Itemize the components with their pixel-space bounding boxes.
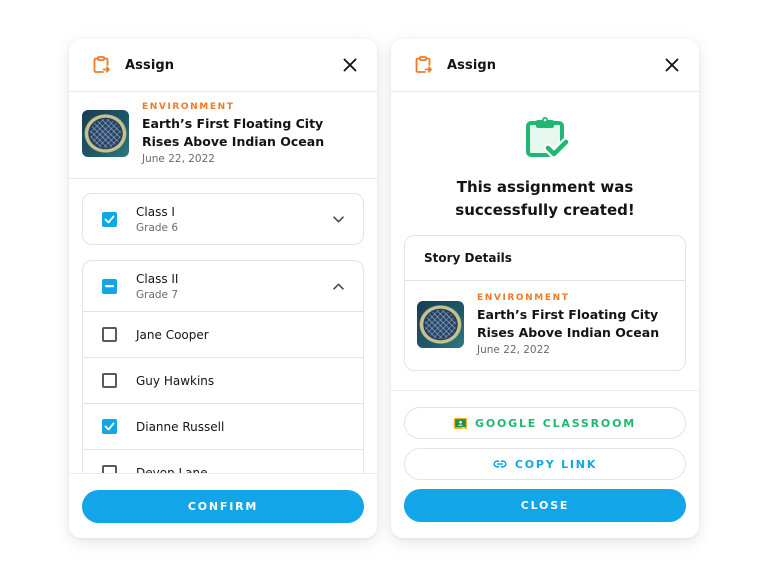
close-icon[interactable] — [339, 54, 361, 76]
panel-title: Assign — [447, 57, 497, 73]
story-thumbnail — [82, 109, 129, 157]
class-name: Class II — [136, 271, 179, 286]
class-checkbox[interactable] — [102, 211, 117, 227]
class-name: Class I — [136, 204, 175, 219]
copy-link-label: COPY LINK — [514, 457, 598, 471]
copy-link-button[interactable]: COPY LINK — [404, 448, 686, 480]
panel-footer: GOOGLE CLASSROOM COPY LINK CLOSE — [391, 390, 699, 522]
student-name: Dianne Russell — [136, 419, 225, 434]
story-date: June 22, 2022 — [142, 152, 215, 165]
story-title: Earth’s First Floating City Rises Above … — [142, 115, 325, 149]
student-name: Devon Lane — [136, 465, 208, 474]
class-header-class-ii[interactable]: Class II Grade 7 — [83, 261, 363, 311]
class-grade: Grade 7 — [136, 288, 179, 301]
class-list[interactable]: Class I Grade 6 Class II Grade 7 Jane Co… — [69, 179, 377, 473]
assign-success-panel: Assign This assignment was successfully … — [391, 39, 699, 538]
assign-panel: Assign ENVIRONMENT Earth’s First Floatin… — [69, 39, 377, 538]
close-icon[interactable] — [661, 54, 683, 76]
chevron-up-icon[interactable] — [331, 279, 345, 293]
success-message-line-2: successfully created! — [455, 201, 635, 219]
story-details-title: Story Details — [405, 236, 685, 281]
student-checkbox[interactable] — [102, 465, 117, 473]
story-date: June 22, 2022 — [477, 344, 550, 356]
student-row[interactable]: Guy Hawkins — [83, 357, 363, 403]
student-row[interactable]: Devon Lane — [83, 449, 363, 473]
close-button[interactable]: CLOSE — [404, 489, 686, 522]
panel-header: Assign — [391, 39, 699, 92]
student-name: Jane Cooper — [136, 327, 209, 342]
link-icon — [493, 460, 507, 468]
clipboard-check-icon — [521, 115, 571, 163]
google-classroom-label: GOOGLE CLASSROOM — [475, 416, 636, 430]
story-thumbnail — [417, 301, 464, 348]
success-message-line-1: This assignment was — [456, 178, 634, 196]
story-title: Earth’s First Floating City Rises Above … — [477, 307, 660, 340]
clipboard-assign-icon — [91, 55, 111, 75]
story-card: ENVIRONMENT Earth’s First Floating City … — [405, 281, 685, 370]
class-card: Class II Grade 7 Jane Cooper Guy Hawkins — [82, 260, 364, 473]
class-checkbox-indeterminate[interactable] — [102, 278, 117, 294]
panel-footer: CONFIRM — [69, 473, 377, 538]
chevron-down-icon[interactable] — [331, 212, 345, 226]
story-category: ENVIRONMENT — [142, 101, 235, 112]
student-checkbox[interactable] — [102, 327, 117, 342]
story-details-card: Story Details ENVIRONMENT Earth’s First … — [404, 235, 686, 371]
panel-title: Assign — [125, 57, 175, 73]
student-row[interactable]: Jane Cooper — [83, 311, 363, 357]
student-row[interactable]: Dianne Russell — [83, 403, 363, 449]
student-checkbox[interactable] — [102, 373, 117, 388]
google-classroom-button[interactable]: GOOGLE CLASSROOM — [404, 407, 686, 439]
class-grade: Grade 6 — [136, 221, 179, 234]
success-section: This assignment was successfully created… — [391, 92, 699, 222]
class-header-class-i[interactable]: Class I Grade 6 — [83, 194, 363, 244]
confirm-button[interactable]: CONFIRM — [82, 490, 364, 523]
google-classroom-icon — [454, 417, 467, 429]
student-checkbox[interactable] — [102, 419, 117, 434]
clipboard-assign-icon — [413, 55, 433, 75]
story-card: ENVIRONMENT Earth’s First Floating City … — [69, 92, 377, 179]
class-card: Class I Grade 6 — [82, 193, 364, 245]
student-name: Guy Hawkins — [136, 373, 215, 388]
story-category: ENVIRONMENT — [477, 293, 570, 303]
panel-header: Assign — [69, 39, 377, 92]
